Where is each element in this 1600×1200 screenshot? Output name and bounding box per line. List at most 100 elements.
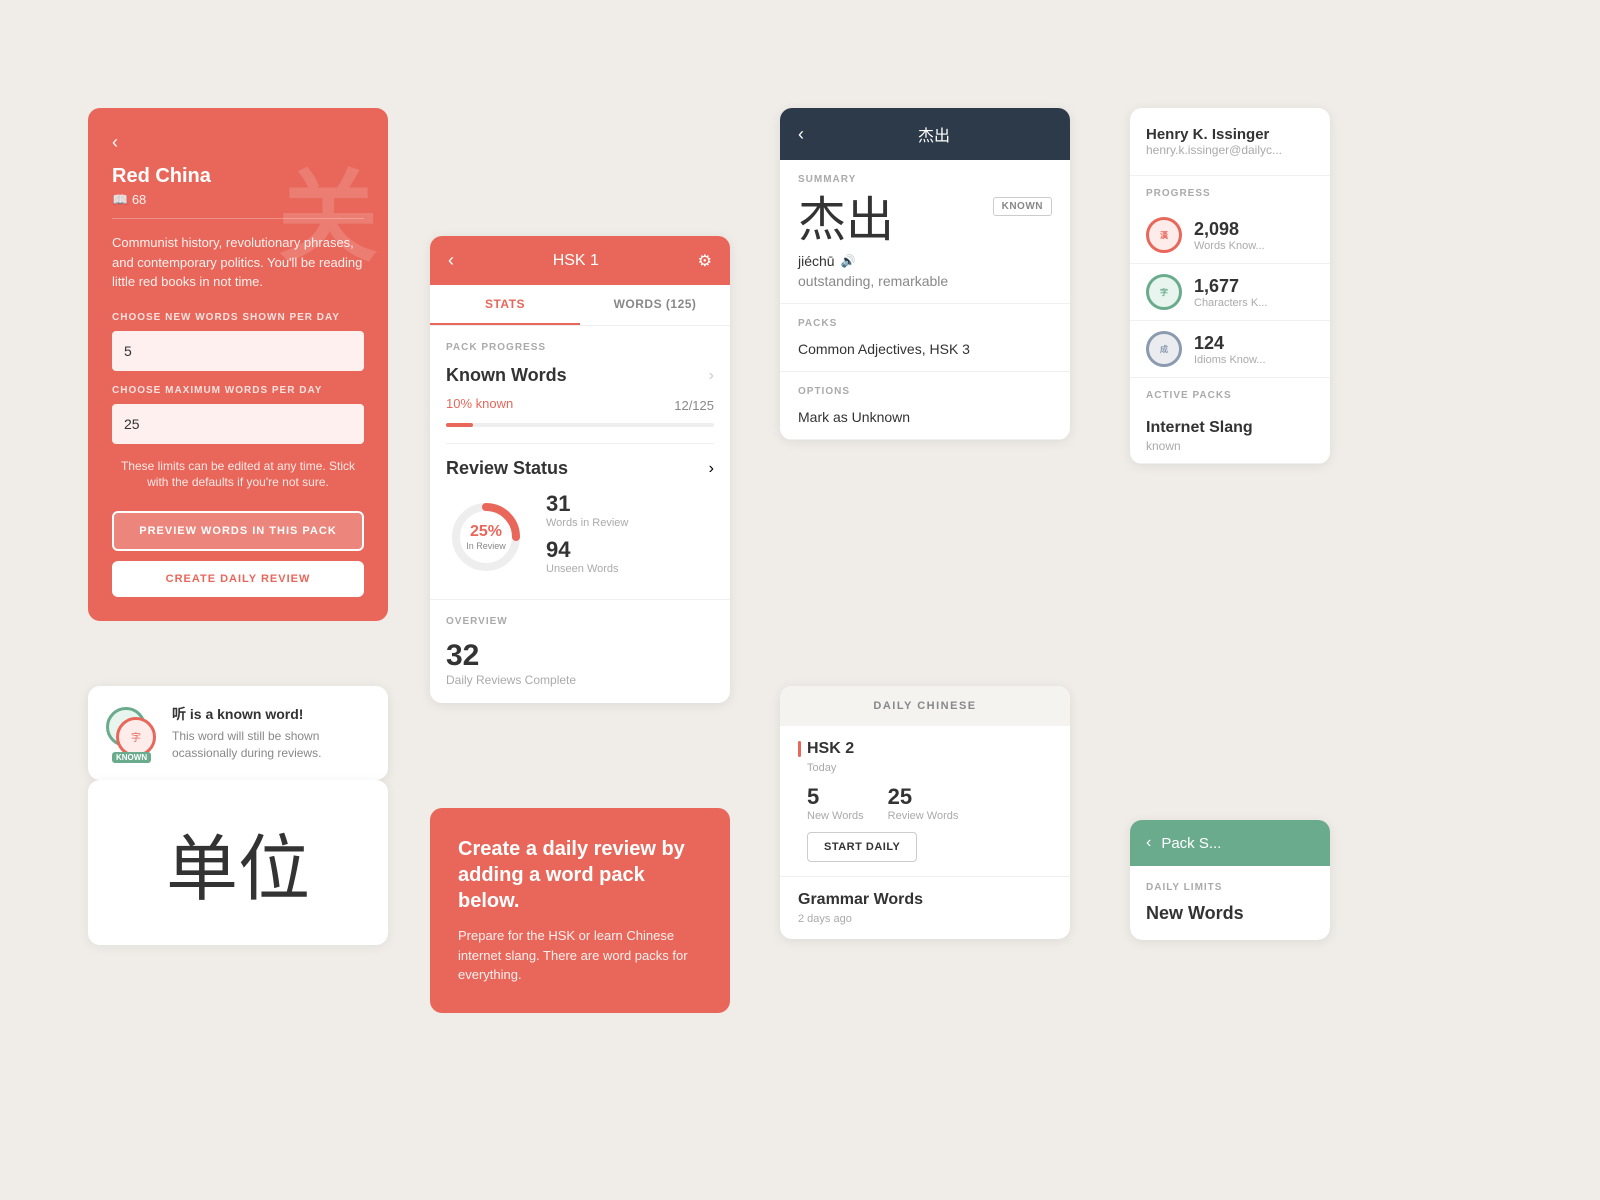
detail-summary-section: SUMMARY 杰出 KNOWN jiéchū 🔊 outstanding, r…	[780, 160, 1070, 304]
words-in-review-stat: 31 Words in Review	[546, 491, 628, 529]
daily-words-row: 5 New Words 25 Review Words	[807, 784, 1052, 822]
book-icon: 📖	[112, 192, 128, 207]
known-tag: KNOWN	[993, 197, 1052, 216]
options-label: OPTIONS	[798, 386, 1052, 397]
panel-red-china: 关 ‹ Red China 📖 68 Communist history, re…	[88, 108, 388, 621]
mark-unknown-option[interactable]: Mark as Unknown	[798, 409, 1052, 425]
panel-create-review: Create a daily review by adding a word p…	[430, 808, 730, 1013]
words-known-lbl: Words Know...	[1194, 240, 1265, 252]
preview-button[interactable]: PREVIEW WORDS IN THIS PACK	[112, 511, 364, 551]
known-words-row: Known Words ›	[446, 365, 714, 386]
panel-pack-s: ‹ Pack S... DAILY LIMITS New Words	[1130, 820, 1330, 940]
review-status-row: Review Status ›	[446, 458, 714, 479]
meaning-text: outstanding, remarkable	[798, 273, 1052, 289]
daily-reviews-label: Daily Reviews Complete	[446, 673, 714, 687]
known-badge: KNOWN	[112, 752, 151, 763]
known-words-arrow[interactable]: ›	[709, 367, 714, 385]
review-words-num: 25	[888, 784, 959, 810]
review-status-title: Review Status	[446, 458, 568, 479]
overview-section: OVERVIEW 32 Daily Reviews Complete	[430, 599, 730, 703]
words-known-num: 2,098	[1194, 219, 1265, 240]
daily-title: DAILY CHINESE	[794, 700, 1056, 712]
character-display: 单位	[166, 810, 310, 915]
detail-char: 杰出	[798, 197, 894, 245]
pack-s-title: Pack S...	[1161, 835, 1221, 852]
panel-character-display: 单位	[88, 780, 388, 945]
pinyin-text: jiéchū	[798, 253, 835, 269]
coin-green-icon: 字	[1146, 274, 1182, 310]
user-info: Henry K. Issinger henry.k.issinger@daily…	[1130, 108, 1330, 176]
active-packs-label: ACTIVE PACKS	[1130, 378, 1330, 409]
grammar-item: Grammar Words 2 days ago	[780, 877, 1070, 939]
tab-stats[interactable]: STATS	[430, 285, 580, 325]
hsk-tabs: STATS WORDS (125)	[430, 285, 730, 326]
words-known-block: 2,098 Words Know...	[1194, 219, 1265, 252]
hsk-header: ‹ HSK 1 ⚙	[430, 236, 730, 285]
char-row: 杰出 KNOWN	[798, 197, 1052, 245]
known-words-title: Known Words	[446, 365, 567, 386]
coin-red: 字	[116, 717, 156, 757]
new-words-label: CHOOSE NEW WORDS SHOWN PER DAY	[112, 312, 364, 323]
review-status-arrow[interactable]: ›	[709, 460, 714, 478]
user-name: Henry K. Issinger	[1146, 126, 1314, 143]
panel-daily-chinese: DAILY CHINESE HSK 2 Today 5 New Words 25…	[780, 686, 1070, 939]
pinyin-row: jiéchū 🔊	[798, 253, 1052, 269]
limits-hint: These limits can be edited at any time. …	[112, 458, 364, 492]
internet-slang-pack[interactable]: Internet Slang known	[1130, 409, 1330, 464]
new-words-input[interactable]	[112, 331, 364, 371]
new-words-label: New Words	[1146, 903, 1314, 924]
hsk-title: HSK 1	[553, 252, 599, 270]
idioms-known-block: 124 Idioms Know...	[1194, 333, 1266, 366]
in-review-label: In Review	[466, 541, 506, 551]
known-pct: 10% known	[446, 396, 513, 411]
panel-known-word: 漢 字 KNOWN 听 is a known word! This word w…	[88, 686, 388, 780]
daily-header: DAILY CHINESE	[780, 686, 1070, 726]
summary-label: SUMMARY	[798, 174, 1052, 185]
donut-label: 25% In Review	[466, 523, 506, 551]
panel-sidebar: Henry K. Issinger henry.k.issinger@daily…	[1130, 108, 1330, 464]
create-review-button[interactable]: CREATE DAILY REVIEW	[112, 561, 364, 597]
hsk-back-button[interactable]: ‹	[448, 250, 454, 271]
chars-known-stat: 字 1,677 Characters K...	[1130, 264, 1330, 321]
hsk2-sub: Today	[807, 762, 1052, 774]
create-heading: Create a daily review by adding a word p…	[458, 836, 702, 914]
pack-status: known	[1146, 439, 1314, 453]
red-bar	[798, 741, 801, 757]
known-count: 12/125	[674, 398, 714, 413]
detail-header: ‹ 杰出	[780, 108, 1070, 160]
gear-icon[interactable]: ⚙	[698, 251, 712, 271]
chars-known-lbl: Characters K...	[1194, 297, 1267, 309]
panel-hsk-stats: ‹ HSK 1 ⚙ STATS WORDS (125) PACK PROGRES…	[430, 236, 730, 703]
pack-s-body: DAILY LIMITS New Words	[1130, 866, 1330, 940]
detail-packs-section: PACKS Common Adjectives, HSK 3	[780, 304, 1070, 372]
known-progress-bar-fill	[446, 423, 473, 427]
pack-title: Red China	[112, 165, 364, 188]
start-daily-button[interactable]: START DAILY	[807, 832, 917, 862]
pack-s-back-button[interactable]: ‹	[1146, 834, 1151, 852]
grammar-title: Grammar Words	[798, 891, 1052, 909]
idioms-known-num: 124	[1194, 333, 1266, 354]
max-words-input[interactable]	[112, 404, 364, 444]
new-words-num: 5	[807, 784, 864, 810]
back-button[interactable]: ‹	[112, 132, 364, 153]
detail-back-button[interactable]: ‹	[798, 124, 804, 145]
chars-known-num: 1,677	[1194, 276, 1267, 297]
review-stats: 31 Words in Review 94 Unseen Words	[546, 491, 628, 583]
unseen-words-stat: 94 Unseen Words	[546, 537, 628, 575]
new-words-lbl: New Words	[807, 810, 864, 822]
coin-icon-group: 漢 字 KNOWN	[106, 707, 158, 759]
packs-label: PACKS	[798, 318, 1052, 329]
daily-limits-label: DAILY LIMITS	[1146, 882, 1314, 893]
review-section: 25% In Review 31 Words in Review 94 Unse…	[446, 491, 714, 583]
pack-name: Internet Slang	[1146, 419, 1314, 437]
user-email: henry.k.issinger@dailyc...	[1146, 143, 1314, 157]
overview-label: OVERVIEW	[446, 616, 714, 627]
known-message: 听 is a known word!	[172, 704, 370, 724]
words-known-stat: 漢 2,098 Words Know...	[1130, 207, 1330, 264]
chars-known-block: 1,677 Characters K...	[1194, 276, 1267, 309]
speaker-icon[interactable]: 🔊	[841, 254, 856, 268]
hsk2-title: HSK 2	[807, 740, 854, 758]
idioms-known-lbl: Idioms Know...	[1194, 354, 1266, 366]
known-text-block: 听 is a known word! This word will still …	[172, 704, 370, 762]
tab-words[interactable]: WORDS (125)	[580, 285, 730, 325]
